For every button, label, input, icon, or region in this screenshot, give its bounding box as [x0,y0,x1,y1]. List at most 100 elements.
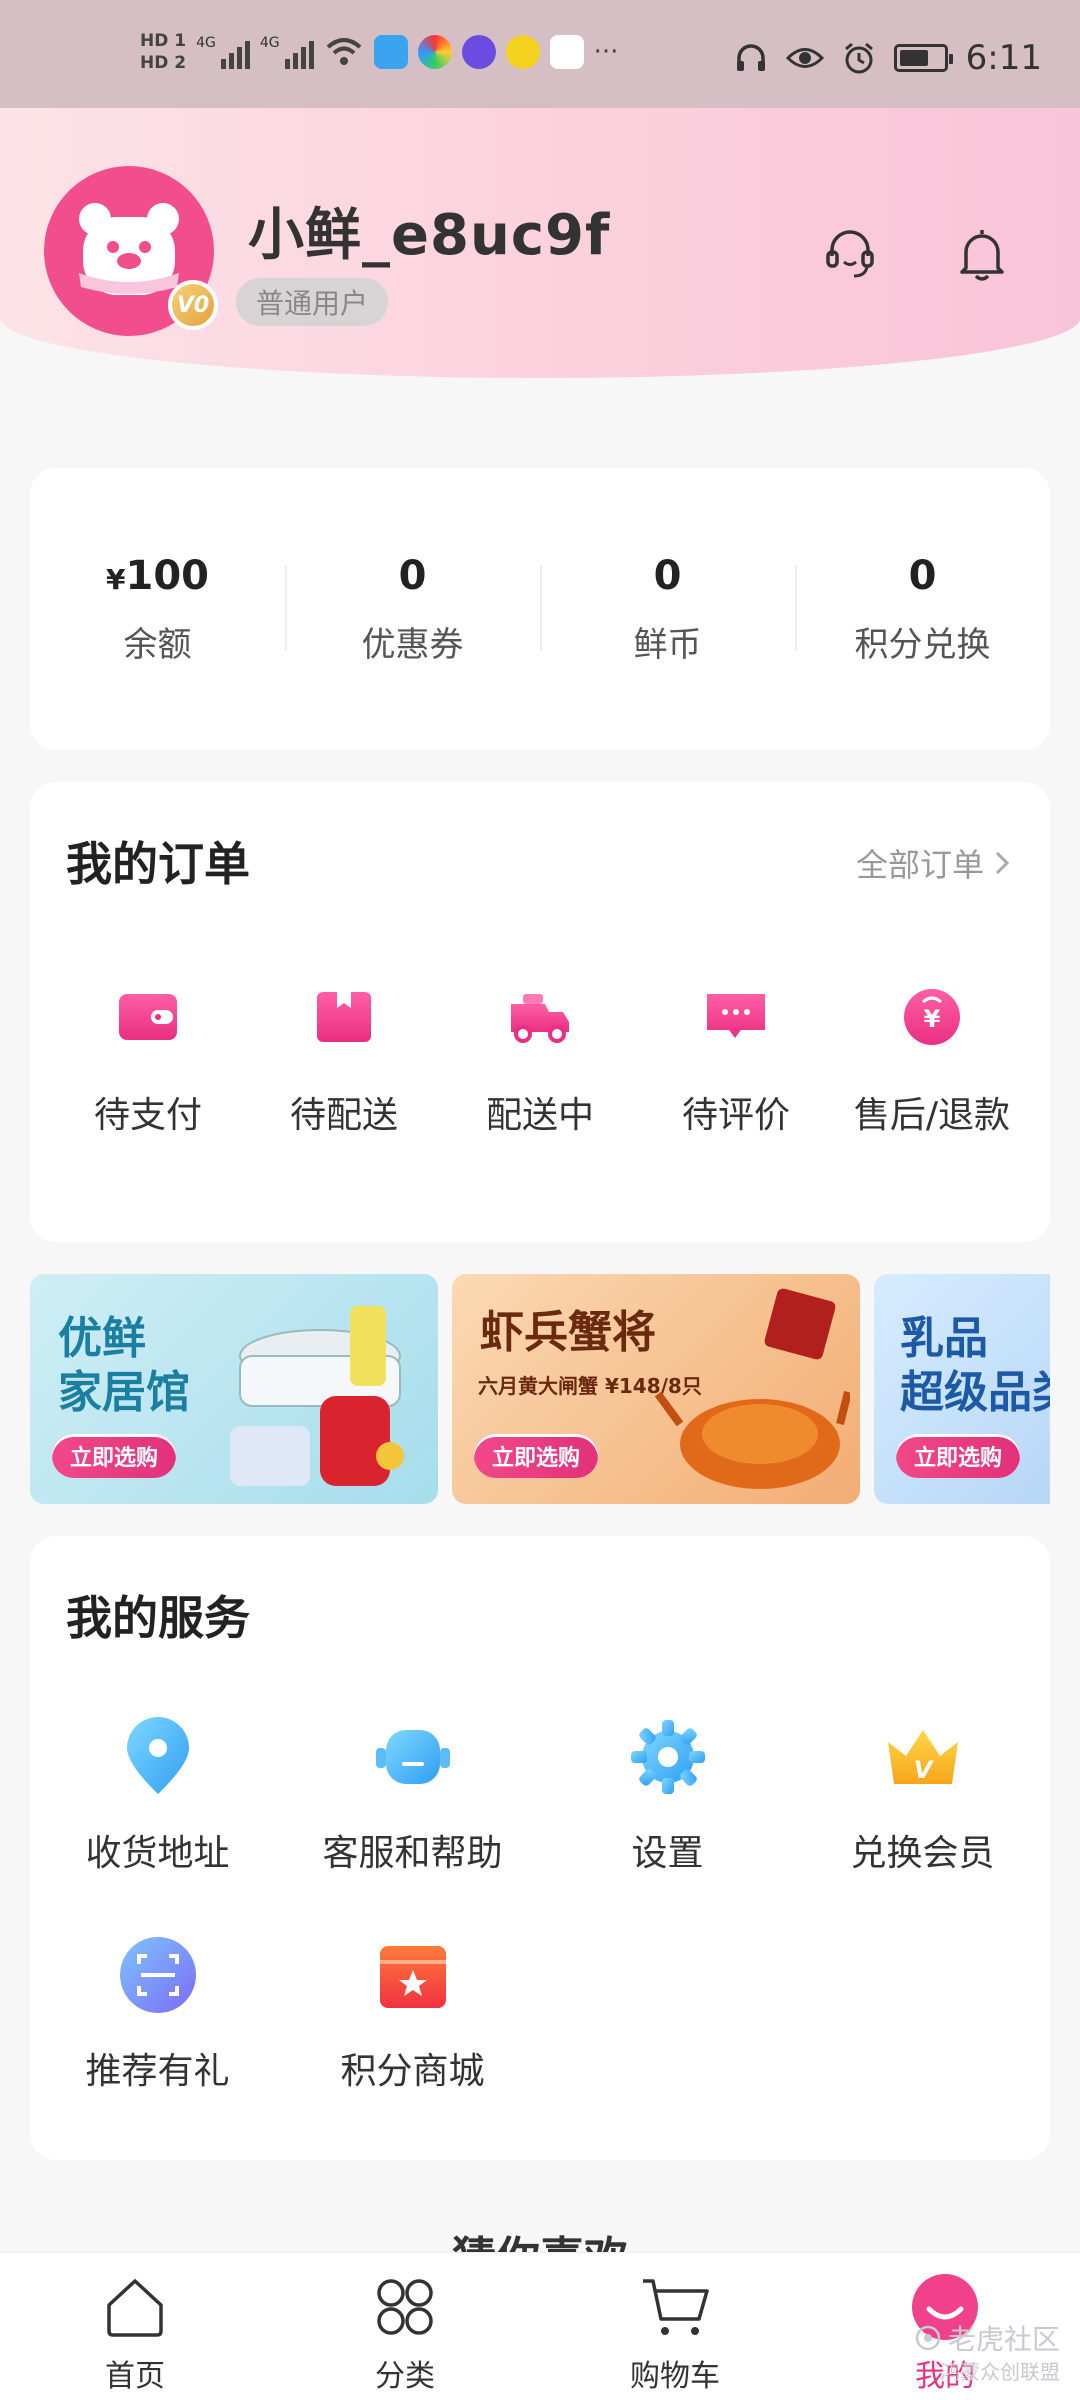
store-icon [379,1946,446,2008]
svg-text:V: V [913,1756,934,1784]
order-pending-payment[interactable]: 待支付 [58,982,238,1138]
service-redeem-membership[interactable]: V 兑换会员 [795,1714,1050,1876]
wallet-icon [119,994,177,1040]
status-left: HD 1 HD 2 4G 4G ··· [140,30,618,74]
service-label: 积分商城 [340,2051,485,2092]
stat-value: 100 [125,552,209,599]
order-awaiting-delivery[interactable]: 待配送 [254,982,434,1138]
account-stats-card: ¥100 余额 0 优惠券 0 鲜币 0 积分兑换 [30,468,1050,750]
shop-now-button[interactable]: 立即选购 [52,1434,177,1478]
shop-now-button[interactable]: 立即选购 [474,1434,599,1478]
status-time: 6:11 [965,38,1042,78]
scan-icon [119,1937,196,2013]
app-notification-icon [505,35,540,69]
hd-label-2: HD 2 [140,53,187,73]
stat-label: 鲜币 [633,624,702,665]
service-address[interactable]: 收货地址 [30,1714,285,1876]
order-label: 售后/退款 [853,1095,1011,1136]
banner-title-line: 乳品 [900,1313,988,1364]
watermark-logo-icon [915,2325,941,2351]
tab-home[interactable]: 首页 [0,2253,270,2400]
category-icon [377,2279,433,2335]
banner-home-goods[interactable]: 优鲜 家居馆 立即选购 [30,1274,438,1504]
stat-fresh-coins[interactable]: 0 鲜币 [540,553,795,666]
service-points-mall[interactable]: 积分商城 [285,1932,540,2094]
stat-coupons[interactable]: 0 优惠券 [285,553,540,666]
all-orders-link[interactable]: 全部订单 [856,840,1010,886]
headphones-icon [736,44,765,71]
banner-title: 优鲜 家居馆 [58,1312,190,1420]
services-title: 我的服务 [66,1591,250,1645]
profile-header: V0 小鲜_e8uc9f 普通用户 [0,108,1080,378]
order-label: 待支付 [93,1095,202,1136]
battery-icon [893,44,953,72]
banner-title-line: 优鲜 [58,1313,146,1364]
service-label: 设置 [631,1833,704,1874]
more-notifications: ··· [593,37,619,67]
signal-icon: 4G [196,35,250,69]
bell-icon[interactable] [946,218,1018,290]
status-right: 6:11 [734,38,1042,78]
crab-image [654,1288,850,1489]
stat-label: 积分兑换 [854,624,991,665]
banner-crab[interactable]: 虾兵蟹将 六月黄大闸蟹 ¥148/8只 立即选购 [452,1274,860,1504]
app-notification-icon [417,35,452,69]
customer-service-icon[interactable] [814,218,886,290]
stat-points[interactable]: 0 积分兑换 [795,553,1050,666]
order-status-row: 待支付 待配送 配送中 待评价 ¥ 售后/退款 [30,982,1050,1138]
my-services-card: 我的服务 收货地址 客服和帮助 设置 V 兑换会员 推荐有礼 积分商城 [30,1536,1050,2160]
username[interactable]: 小鲜_e8uc9f [248,190,610,271]
home-goods-image [230,1306,404,1486]
banner-title: 虾兵蟹将 [480,1307,656,1358]
app-notification-icon [373,35,408,69]
all-orders-label: 全部订单 [855,846,984,884]
order-awaiting-review[interactable]: 待评价 [646,982,826,1138]
banner-dairy[interactable]: 乳品 超级品类 立即选购 [874,1274,1050,1504]
stat-balance[interactable]: ¥100 余额 [30,553,285,666]
stat-value: 0 [653,552,682,599]
order-in-delivery[interactable]: 配送中 [450,982,630,1138]
gear-icon [630,1720,705,1794]
comment-icon [707,994,765,1038]
service-referral[interactable]: 推荐有礼 [30,1932,285,2094]
watermark-main: 老虎社区 [947,2323,1060,2356]
shop-now-button[interactable]: 立即选购 [896,1434,1021,1478]
package-icon [317,992,371,1042]
watermark: 老虎社区 [914,2318,1060,2358]
promo-banner-carousel[interactable]: 优鲜 家居馆 立即选购 虾兵蟹将 六月黄大闸蟹 ¥148/8只 立即选购 乳品 … [30,1274,1050,1504]
services-grid: 收货地址 客服和帮助 设置 V 兑换会员 推荐有礼 积分商城 [30,1714,1050,2094]
order-label: 待评价 [681,1095,790,1136]
service-support[interactable]: 客服和帮助 [285,1714,540,1876]
crown-icon: V [887,1730,958,1784]
tab-cart[interactable]: 购物车 [540,2253,810,2400]
location-pin-icon [126,1717,189,1794]
delivery-truck-icon [511,994,569,1043]
alarm-icon [844,42,873,74]
status-bar: HD 1 HD 2 4G 4G ··· 6:11 [0,0,1080,108]
order-label: 配送中 [485,1095,594,1136]
service-label: 客服和帮助 [322,1833,503,1874]
banner-title-line: 家居馆 [58,1367,190,1418]
tab-label: 分类 [375,2359,435,2394]
stat-value: 0 [908,552,937,599]
order-after-sale-refund[interactable]: ¥ 售后/退款 [842,982,1022,1138]
order-label: 待配送 [289,1095,398,1136]
eye-icon [785,48,824,68]
home-icon [107,2279,163,2337]
network-label: 4G [196,35,216,51]
banner-title: 乳品 超级品类 [900,1312,1050,1420]
chevron-right-icon [995,851,1010,875]
orders-title: 我的订单 [66,837,250,891]
app-notification-icon [461,35,496,69]
refund-icon: ¥ [904,989,960,1045]
service-label: 推荐有礼 [85,2051,230,2092]
service-settings[interactable]: 设置 [540,1714,795,1876]
user-type-badge: 普通用户 [236,278,389,326]
hd-label-1: HD 1 [140,31,187,51]
svg-text:¥: ¥ [924,1005,941,1033]
tab-category[interactable]: 分类 [270,2253,540,2400]
robot-support-icon [375,1730,450,1784]
stat-label: 优惠券 [361,624,464,665]
cart-icon [643,2279,709,2335]
banner-title-line: 超级品类 [900,1367,1050,1418]
